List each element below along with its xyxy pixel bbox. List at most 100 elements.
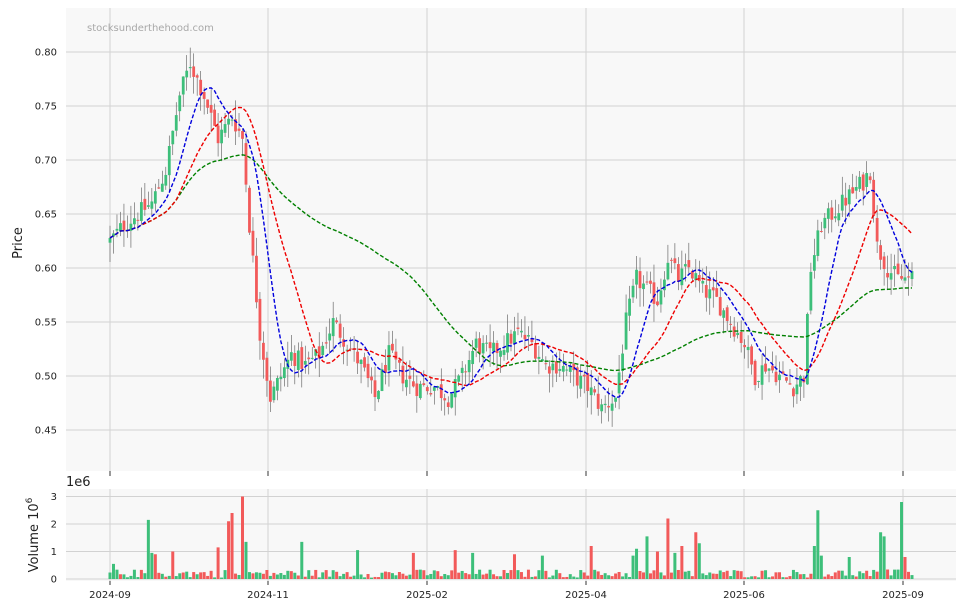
volume-bar bbox=[764, 570, 768, 579]
volume-bar bbox=[139, 569, 143, 579]
candle-body bbox=[785, 377, 788, 381]
volume-y-axis-label: Volume 106 bbox=[25, 497, 42, 572]
candle-body bbox=[513, 331, 516, 344]
volume-bar bbox=[254, 572, 258, 579]
volume-bar bbox=[544, 570, 548, 579]
volume-bar bbox=[903, 557, 907, 579]
volume-bar bbox=[861, 573, 865, 579]
volume-bar bbox=[488, 569, 492, 579]
volume-bar bbox=[321, 572, 325, 579]
candle-body bbox=[774, 371, 778, 383]
candle-body bbox=[432, 387, 436, 391]
volume-y-tick-label: 2 bbox=[51, 520, 57, 531]
volume-bar bbox=[711, 573, 715, 579]
candle-body bbox=[819, 230, 823, 232]
candle-body bbox=[652, 282, 656, 304]
candle-body bbox=[879, 245, 883, 260]
volume-bar bbox=[760, 570, 764, 579]
candle-body bbox=[499, 350, 502, 357]
volume-bar bbox=[345, 572, 349, 579]
candle-body bbox=[635, 269, 638, 285]
volume-bar bbox=[547, 577, 551, 579]
price-y-tick-label: 0.70 bbox=[35, 156, 57, 167]
candle-body bbox=[293, 353, 297, 366]
volume-bar bbox=[293, 572, 297, 579]
candle-body bbox=[269, 380, 272, 402]
candle-body bbox=[617, 372, 621, 394]
candle-body bbox=[516, 327, 520, 329]
candle-body bbox=[607, 405, 611, 408]
candle-body bbox=[907, 276, 910, 278]
volume-bar bbox=[621, 576, 625, 579]
candle-body bbox=[408, 375, 412, 379]
candle-body bbox=[753, 360, 757, 386]
candle-body bbox=[666, 262, 670, 280]
volume-bar bbox=[795, 572, 799, 579]
volume-bar bbox=[167, 575, 171, 579]
price-y-axis-label: Price bbox=[11, 227, 26, 259]
volume-bar bbox=[687, 570, 691, 579]
volume-bar bbox=[111, 563, 115, 579]
candle-body bbox=[209, 104, 213, 113]
candle-body bbox=[488, 342, 492, 349]
volume-bar bbox=[854, 576, 858, 579]
candle-body bbox=[171, 130, 175, 145]
volume-bar bbox=[436, 571, 440, 579]
candle-body bbox=[614, 397, 618, 402]
volume-bar bbox=[499, 576, 503, 579]
volume-bar bbox=[572, 576, 576, 579]
candle-body bbox=[300, 347, 304, 369]
candle-body bbox=[767, 368, 771, 371]
candle-body bbox=[202, 92, 206, 99]
candle-body bbox=[373, 380, 377, 398]
volume-bar bbox=[614, 573, 618, 579]
volume-bar bbox=[227, 521, 231, 579]
volume-bar bbox=[833, 572, 837, 579]
volume-bar bbox=[694, 532, 698, 579]
volume-bar bbox=[551, 575, 555, 579]
candle-body bbox=[792, 388, 795, 397]
volume-bar bbox=[404, 575, 408, 579]
volume-bar bbox=[690, 576, 694, 579]
candle-body bbox=[687, 260, 691, 268]
volume-bar bbox=[485, 573, 489, 579]
candle-body bbox=[460, 367, 464, 374]
price-y-tick-label: 0.60 bbox=[35, 264, 57, 275]
candle-body bbox=[251, 230, 255, 256]
volume-bar bbox=[910, 575, 914, 579]
candle-body bbox=[537, 356, 541, 359]
volume-bar bbox=[579, 570, 583, 579]
volume-bar bbox=[868, 576, 872, 579]
volume-bar bbox=[701, 573, 705, 579]
volume-bar bbox=[774, 572, 778, 579]
volume-bar bbox=[781, 577, 785, 579]
volume-bar bbox=[819, 555, 823, 579]
volume-bar bbox=[457, 572, 461, 579]
x-tick-label: 2025-09 bbox=[882, 590, 924, 601]
volume-label-exponent: 6 bbox=[25, 497, 35, 503]
volume-bar bbox=[118, 574, 122, 579]
volume-bar bbox=[300, 541, 304, 579]
candle-body bbox=[547, 366, 551, 374]
candle-body bbox=[603, 403, 607, 406]
volume-bar bbox=[896, 569, 900, 579]
candle-body bbox=[391, 343, 394, 351]
volume-bar bbox=[387, 572, 391, 579]
volume-bar bbox=[192, 572, 196, 579]
volume-bar bbox=[108, 572, 112, 579]
candle-body bbox=[443, 398, 447, 401]
candle-body bbox=[223, 124, 227, 133]
volume-bar bbox=[338, 576, 342, 579]
candle-body bbox=[230, 119, 234, 121]
candle-body bbox=[778, 374, 781, 381]
candle-body bbox=[227, 118, 230, 125]
candle-body bbox=[150, 201, 154, 209]
volume-bar bbox=[432, 570, 436, 579]
volume-bar bbox=[642, 572, 646, 579]
volume-bar bbox=[607, 575, 611, 579]
volume-label-text: Volume 10 bbox=[27, 503, 42, 572]
volume-bar bbox=[394, 575, 398, 579]
candle-body bbox=[729, 323, 733, 325]
volume-bar bbox=[143, 573, 147, 579]
volume-bar bbox=[746, 577, 750, 579]
